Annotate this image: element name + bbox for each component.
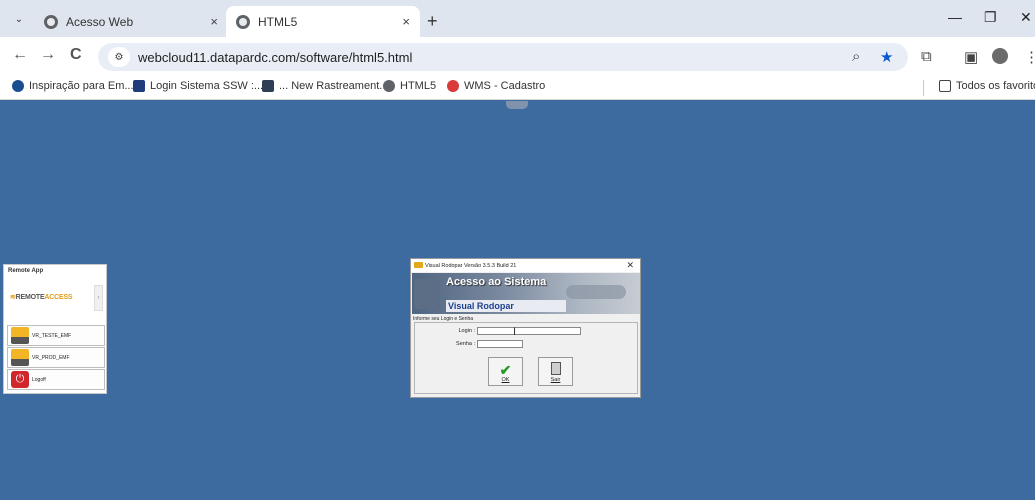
url-text: webcloud11.datapardc.com/software/html5.… [138, 49, 413, 65]
login-field[interactable] [477, 327, 581, 335]
bookmark-label: WMS - Cadastro [464, 80, 546, 92]
login-label: Login : [458, 328, 475, 334]
truck-image [414, 279, 440, 309]
extensions-icon[interactable]: ⧉ [921, 48, 932, 65]
bookmark-favicon-icon [262, 80, 274, 92]
tab-html5[interactable]: HTML5 × [226, 6, 420, 37]
banner-subtitle: Visual Rodopar [446, 300, 566, 312]
app-label: VR_TESTE_EMF [32, 332, 72, 339]
close-tab-icon[interactable]: × [210, 14, 218, 29]
app-label: Logoff [32, 376, 46, 383]
restore-button[interactable]: ❐ [984, 9, 997, 26]
tab-acesso-web[interactable]: Acesso Web × [34, 6, 228, 37]
collapse-panel-button[interactable]: ‹ [94, 285, 103, 311]
truck-icon [11, 327, 29, 344]
power-icon: ⏻ [11, 371, 29, 388]
remote-access-logo: ≋REMOTEACCESS [10, 294, 73, 301]
credentials-group: Login : I Senha : ✔ OK Sair [414, 322, 638, 394]
truck-icon [11, 349, 29, 366]
app-label: VR_PROD_EMF [32, 354, 70, 361]
new-tab-button[interactable]: + [427, 11, 438, 32]
bookmark-item[interactable]: ... New Rastreament... [262, 80, 388, 92]
globe-icon [383, 80, 395, 92]
bookmark-favicon-icon [447, 80, 459, 92]
app-button-vr-prod-emf[interactable]: VR_PROD_EMF [7, 347, 105, 368]
exit-label: Sair [550, 377, 561, 383]
address-bar[interactable]: ⚙ webcloud11.datapardc.com/software/html… [98, 43, 908, 71]
ok-button[interactable]: ✔ OK [488, 357, 523, 386]
window-close-button[interactable]: ✕ [1020, 9, 1032, 26]
dialog-close-button[interactable]: ✕ [626, 260, 634, 271]
bookmark-star-icon[interactable]: ★ [880, 48, 893, 66]
dialog-title: Visual Rodopar Versão 3.5.3 Build 21 [425, 262, 517, 269]
logoff-button[interactable]: ⏻ Logoff [7, 369, 105, 390]
bookmarks-divider [923, 80, 924, 96]
bookmark-favicon-icon [133, 80, 145, 92]
bookmark-item[interactable]: Inspiração para Em... [12, 80, 134, 92]
password-field[interactable] [477, 340, 523, 348]
folder-icon [939, 80, 951, 92]
tab-title: Acesso Web [66, 14, 134, 29]
globe-icon [236, 14, 250, 29]
bookmark-label: Login Sistema SSW :... [150, 80, 264, 92]
plane-image [566, 285, 626, 299]
app-truck-icon [414, 262, 423, 268]
browser-tab-bar: ⌄ Acesso Web × HTML5 × + — ❐ ✕ [0, 0, 1035, 37]
remote-app-title: Remote App [8, 268, 44, 274]
bookmarks-bar: Inspiração para Em... Login Sistema SSW … [0, 76, 1035, 100]
bookmark-label: Inspiração para Em... [29, 80, 134, 92]
reload-button[interactable]: C [70, 46, 82, 64]
exit-door-icon [550, 362, 561, 375]
bookmark-label: Todos os favoritos [956, 80, 1035, 92]
forward-button[interactable]: → [40, 46, 56, 64]
tab-search-icon[interactable]: ⌄ [8, 8, 30, 30]
all-favorites-folder[interactable]: Todos os favoritos [939, 80, 1035, 92]
globe-icon [44, 14, 58, 29]
menu-icon[interactable]: ⋮ [1024, 48, 1035, 66]
dialog-titlebar: Visual Rodopar Versão 3.5.3 Build 21 ✕ [411, 259, 640, 272]
tab-title: HTML5 [258, 14, 298, 29]
browser-toolbar: ← → C ⚙ webcloud11.datapardc.com/softwar… [0, 37, 1035, 76]
banner-title: Acesso ao Sistema [446, 276, 547, 288]
app-button-vr-teste-emf[interactable]: VR_TESTE_EMF [7, 325, 105, 346]
side-panel-icon[interactable]: ▣ [964, 48, 978, 66]
login-banner: Acesso ao Sistema Visual Rodopar [412, 273, 640, 314]
password-label: Senha : [456, 341, 475, 347]
bookmark-label: HTML5 [400, 80, 437, 92]
minimize-button[interactable]: — [948, 9, 962, 25]
session-toolbar-toggle[interactable] [506, 101, 528, 109]
exit-button[interactable]: Sair [538, 357, 573, 386]
profile-avatar[interactable] [992, 48, 1008, 64]
login-dialog: Visual Rodopar Versão 3.5.3 Build 21 ✕ A… [410, 258, 641, 398]
text-cursor-icon: I [513, 326, 517, 338]
bookmark-label: ... New Rastreament... [279, 80, 389, 92]
checkmark-icon: ✔ [499, 362, 512, 378]
back-button[interactable]: ← [12, 46, 28, 64]
site-info-icon[interactable]: ⚙ [108, 47, 130, 67]
bookmark-item[interactable]: HTML5 [383, 80, 436, 92]
bookmark-favicon-icon [12, 80, 24, 92]
remote-app-panel: Remote App ≋REMOTEACCESS ‹ VR_TESTE_EMF … [3, 264, 107, 394]
bookmark-item[interactable]: Login Sistema SSW :... [133, 80, 263, 92]
bookmark-item[interactable]: WMS - Cadastro [447, 80, 545, 92]
ok-label: OK [501, 377, 510, 383]
zoom-icon[interactable]: ⌕ [852, 48, 860, 65]
close-tab-icon[interactable]: × [402, 14, 410, 29]
